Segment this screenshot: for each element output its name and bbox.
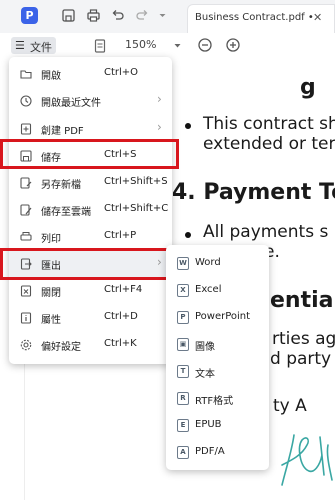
menu-item-label: 開啟	[41, 71, 61, 82]
plus-file-icon	[20, 123, 32, 135]
clock-icon	[20, 95, 32, 107]
zoom-level[interactable]: 150%	[125, 38, 156, 51]
menu-item-label: 創建 PDF	[41, 126, 84, 137]
image-file-icon: ▣	[177, 338, 189, 351]
export-excel[interactable]: X Excel	[166, 277, 269, 305]
menu-item-shortcut: Ctrl+Shift+C	[104, 203, 169, 214]
doc-line: rties ag	[272, 329, 335, 349]
chevron-right-icon: ›	[157, 120, 162, 134]
menu-item-shortcut: Ctrl+Shift+S	[104, 176, 168, 187]
menu-item-label: 列印	[41, 234, 61, 245]
menu-item-shortcut: Ctrl+K	[104, 338, 137, 349]
zoom-out-icon[interactable]	[197, 37, 213, 53]
zoom-dropdown-icon[interactable]	[173, 42, 182, 50]
menu-item-label: 儲存至雲端	[41, 207, 91, 218]
word-file-icon: W	[177, 257, 189, 270]
info-icon	[20, 312, 32, 324]
menu-item-shortcut: Ctrl+F4	[104, 284, 143, 295]
rtf-file-icon: R	[177, 392, 189, 405]
menu-item-open[interactable]: 開啟 Ctrl+O	[9, 59, 172, 89]
page-icon[interactable]	[94, 39, 106, 53]
app-logo-icon[interactable]: P	[21, 7, 38, 24]
save-as-icon	[20, 177, 32, 189]
doc-line: ty A	[273, 396, 307, 416]
menu-item-shortcut: Ctrl+O	[104, 67, 139, 78]
export-text[interactable]: T 文本	[166, 358, 269, 386]
export-option-label: EPUB	[195, 419, 222, 430]
menu-item-label: 另存新檔	[41, 180, 81, 191]
folder-icon	[20, 70, 32, 79]
title-bar: P Business Contract.pdf • ✕	[0, 0, 335, 34]
file-menu-button[interactable]: ☰ 文件	[11, 37, 56, 54]
export-option-label: RTF格式	[195, 396, 234, 407]
print-toolbar-icon[interactable]	[86, 8, 101, 23]
excel-file-icon: X	[177, 284, 189, 297]
export-epub[interactable]: E EPUB	[166, 412, 269, 440]
hamburger-icon: ☰	[15, 39, 25, 52]
doc-line: d party w	[270, 349, 335, 369]
tab-close-icon[interactable]: ✕	[313, 11, 322, 24]
menu-item-recent[interactable]: 開啟最近文件 ›	[9, 86, 172, 116]
menu-item-label: 開啟最近文件	[41, 98, 101, 109]
text-file-icon: T	[177, 365, 189, 378]
cloud-save-icon	[20, 204, 32, 216]
export-option-label: 文本	[195, 369, 215, 380]
export-option-label: Word	[195, 257, 221, 268]
export-submenu: W Word X Excel P PowerPoint ▣ 圖像 T 文本 R …	[166, 245, 269, 470]
menu-item-properties[interactable]: 屬性 Ctrl+D	[9, 303, 172, 333]
export-word[interactable]: W Word	[166, 250, 269, 278]
menu-item-save-to-cloud[interactable]: 儲存至雲端 Ctrl+Shift+C	[9, 195, 172, 225]
bullet	[185, 123, 191, 129]
chevron-right-icon: ›	[157, 92, 162, 106]
printer-icon	[20, 232, 32, 241]
doc-line: This contract sh	[203, 114, 335, 134]
powerpoint-file-icon: P	[177, 311, 189, 324]
save-toolbar-icon[interactable]	[61, 8, 76, 23]
doc-heading: 4. Payment Te	[172, 180, 335, 205]
menu-item-preferences[interactable]: 偏好設定 Ctrl+K	[9, 330, 172, 360]
document-tab[interactable]: Business Contract.pdf • ✕	[187, 4, 335, 33]
bullet	[185, 232, 191, 238]
export-image[interactable]: ▣ 圖像	[166, 331, 269, 359]
pdfa-file-icon: A	[177, 446, 189, 459]
menu-item-label: 屬性	[41, 315, 61, 326]
close-file-icon	[20, 285, 32, 297]
export-option-label: PowerPoint	[195, 311, 251, 322]
file-menu: 開啟 Ctrl+O 開啟最近文件 › 創建 PDF › 儲存 Ctrl+S 另存…	[9, 57, 172, 364]
zoom-in-icon[interactable]	[225, 37, 241, 53]
chevron-down-icon[interactable]	[158, 8, 167, 23]
menu-item-label: 關閉	[41, 288, 61, 299]
menu-item-shortcut: Ctrl+P	[104, 230, 137, 241]
file-menu-label: 文件	[30, 41, 52, 54]
menu-item-save-as[interactable]: 另存新檔 Ctrl+Shift+S	[9, 168, 172, 198]
export-option-label: 圖像	[195, 342, 215, 353]
signature-image	[281, 434, 333, 486]
epub-file-icon: E	[177, 419, 189, 432]
doc-line: All payments s	[203, 222, 329, 242]
doc-heading: ential	[270, 288, 335, 313]
export-pdfa[interactable]: A PDF/A	[166, 439, 269, 467]
tab-title: Business Contract.pdf •	[195, 12, 314, 23]
export-rtf[interactable]: R RTF格式	[166, 385, 269, 413]
export-option-label: PDF/A	[195, 446, 225, 457]
doc-heading-fragment: g	[300, 75, 316, 100]
export-highlight-box	[0, 248, 179, 280]
gear-icon	[20, 339, 32, 351]
menu-item-label: 偏好設定	[41, 342, 81, 353]
save-highlight-box	[0, 139, 179, 169]
export-option-label: Excel	[195, 284, 222, 295]
menu-item-close[interactable]: 關閉 Ctrl+F4	[9, 276, 172, 306]
undo-icon[interactable]	[110, 8, 125, 23]
export-powerpoint[interactable]: P PowerPoint	[166, 304, 269, 332]
menu-item-shortcut: Ctrl+D	[104, 311, 138, 322]
doc-line: extended or tern	[203, 134, 335, 154]
redo-icon[interactable]	[135, 8, 150, 23]
